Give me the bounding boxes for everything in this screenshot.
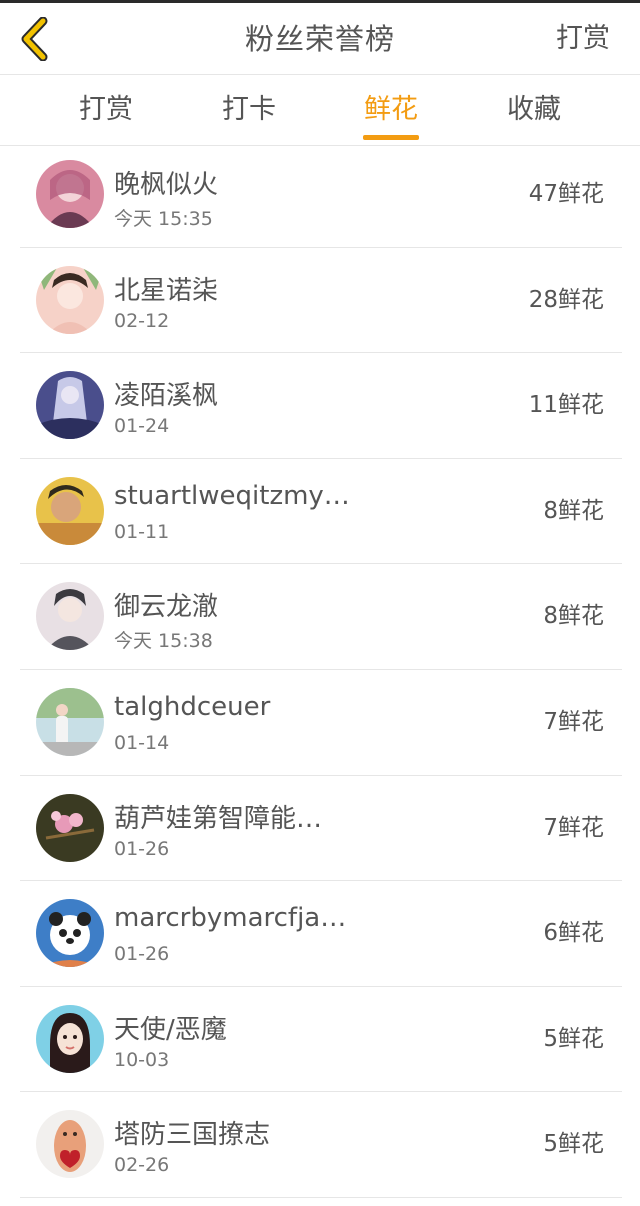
avatar <box>36 371 104 440</box>
tab-label: 打赏 <box>79 94 133 125</box>
list-item[interactable]: 北星诺柒 02-12 28鲜花 <box>0 248 640 354</box>
tab-reward[interactable]: 打赏 <box>46 76 166 145</box>
list-item[interactable]: talghdceuer 01-14 7鲜花 <box>0 670 640 776</box>
timestamp: 今天 15:35 <box>114 208 213 230</box>
avatar <box>36 582 104 651</box>
tab-label: 鲜花 <box>364 94 418 125</box>
list-item[interactable]: 晚枫似火 今天 15:35 47鲜花 <box>0 142 640 248</box>
avatar <box>36 160 104 228</box>
list-item[interactable]: 凌陌溪枫 01-24 11鲜花 <box>0 353 640 459</box>
user-name: 天使/恶魔 <box>114 1014 227 1045</box>
flower-count: 28鲜花 <box>528 286 604 313</box>
user-name: 御云龙澈 <box>114 592 219 623</box>
avatar <box>36 899 104 968</box>
avatar <box>36 265 104 334</box>
page-title: 粉丝荣誉榜 <box>244 22 395 56</box>
flower-count: 8鲜花 <box>543 603 604 630</box>
flower-count: 5鲜花 <box>543 1131 604 1158</box>
tab-favorites[interactable]: 收藏 <box>474 76 594 145</box>
avatar <box>36 1004 104 1073</box>
tab-flowers[interactable]: 鲜花 <box>331 76 451 145</box>
user-name: 塔防三国撩志 <box>114 1120 271 1151</box>
tab-checkin[interactable]: 打卡 <box>189 76 309 145</box>
timestamp: 01-14 <box>114 731 170 754</box>
flower-count: 6鲜花 <box>543 920 604 947</box>
avatar <box>36 1110 104 1179</box>
list-item[interactable]: 葫芦娃第智障能… 01-26 7鲜花 <box>0 776 640 882</box>
timestamp: 02-26 <box>114 1154 170 1177</box>
list-item[interactable]: marcrbymarcfja… 01-26 6鲜花 <box>0 881 640 987</box>
user-name: 凌陌溪枫 <box>114 381 219 412</box>
user-name: 晚枫似火 <box>114 170 219 200</box>
tab-label: 打卡 <box>222 94 276 125</box>
active-tab-indicator <box>363 135 419 140</box>
reward-button[interactable]: 打赏 <box>556 3 610 75</box>
top-bar: 粉丝荣誉榜 打赏 <box>0 3 640 75</box>
user-name: 北星诺柒 <box>114 275 219 306</box>
timestamp: 01-26 <box>114 837 170 860</box>
user-name: talghdceuer <box>114 691 271 722</box>
flower-count: 11鲜花 <box>528 392 604 419</box>
fan-ranking-list: 晚枫似火 今天 15:35 47鲜花 北星诺柒 02-12 28鲜花 凌陌溪枫 … <box>0 142 640 1198</box>
flower-count: 8鲜花 <box>543 497 604 524</box>
timestamp: 今天 15:38 <box>114 630 213 653</box>
avatar <box>36 687 104 756</box>
list-item[interactable]: 天使/恶魔 10-03 5鲜花 <box>0 987 640 1093</box>
user-name: marcrbymarcfja… <box>114 903 347 934</box>
timestamp: 10-03 <box>114 1048 170 1071</box>
tab-bar: 打赏 打卡 鲜花 收藏 <box>0 76 640 146</box>
timestamp: 02-12 <box>114 309 170 332</box>
flower-count: 7鲜花 <box>543 708 604 735</box>
timestamp: 01-11 <box>114 520 170 543</box>
flower-count: 47鲜花 <box>528 181 604 207</box>
flower-count: 5鲜花 <box>543 1025 604 1052</box>
flower-count: 7鲜花 <box>543 814 604 841</box>
user-name: stuartlweqitzmy… <box>114 480 350 511</box>
avatar <box>36 793 104 862</box>
list-item[interactable]: 御云龙澈 今天 15:38 8鲜花 <box>0 564 640 670</box>
list-item[interactable]: stuartlweqitzmy… 01-11 8鲜花 <box>0 459 640 565</box>
avatar <box>36 476 104 545</box>
user-name: 葫芦娃第智障能… <box>114 803 323 834</box>
timestamp: 01-24 <box>114 415 170 438</box>
list-item[interactable]: 塔防三国撩志 02-26 5鲜花 <box>0 1092 640 1198</box>
timestamp: 01-26 <box>114 943 170 966</box>
tab-label: 收藏 <box>507 94 561 125</box>
